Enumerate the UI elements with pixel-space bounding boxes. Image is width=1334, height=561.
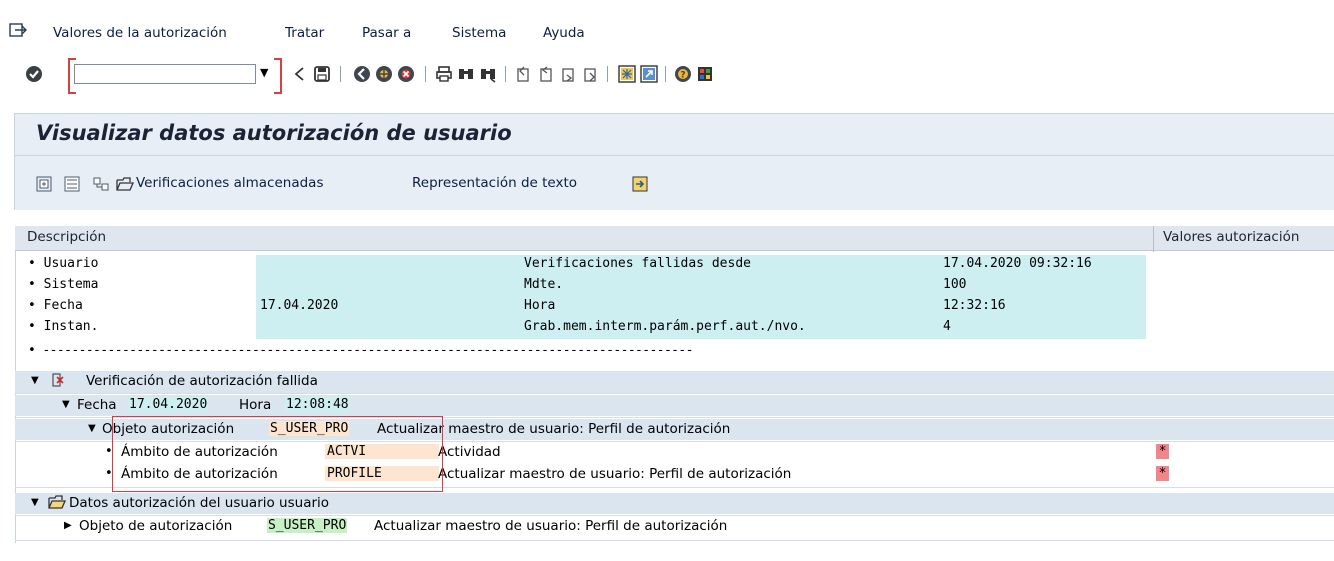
expand-triangle-icon[interactable]: ▼ [88, 423, 96, 434]
new-session-icon[interactable] [617, 64, 637, 84]
list-item: • Usuario Verificaciones fallidas desde … [28, 256, 1148, 276]
column-header-description[interactable]: Descripción [27, 229, 106, 245]
date-label: Fecha [77, 397, 117, 413]
time-value: 12:08:48 [285, 397, 350, 412]
enter-icon[interactable] [24, 64, 44, 84]
failed-check-label: Verificación de autorización fallida [86, 373, 318, 389]
separator-row: • --------------------------------------… [28, 343, 1148, 363]
export-icon[interactable] [631, 175, 649, 193]
expand-triangle-icon[interactable]: ▼ [62, 399, 70, 410]
last-page-icon[interactable] [580, 64, 600, 84]
info-value: 17.04.2020 09:32:16 [943, 256, 1092, 271]
info-label: • Sistema [28, 277, 99, 292]
column-divider[interactable] [1153, 226, 1154, 252]
highlight-box [112, 416, 443, 492]
user-data-label: Datos autorización del usuario usuario [69, 495, 330, 511]
dash-line: • --------------------------------------… [28, 343, 693, 358]
find-icon[interactable] [456, 64, 476, 84]
menu-bar: Valores de la autorización Tratar Pasar … [0, 0, 1334, 41]
info-value: 100 [943, 277, 967, 292]
expand-triangle-icon[interactable]: ▼ [31, 375, 39, 386]
command-input[interactable] [74, 64, 256, 84]
menu-item-valores[interactable]: Valores de la autorización [53, 25, 227, 41]
chevron-down-icon[interactable]: ▼ [260, 66, 268, 79]
help-icon[interactable]: ? [673, 64, 693, 84]
print-icon[interactable] [434, 64, 454, 84]
list-item: • Fecha 17.04.2020 Hora 12:32:16 [28, 298, 1148, 318]
failed-check-icon [51, 372, 67, 392]
stored-checks-button[interactable]: Verificaciones almacenadas [136, 175, 324, 191]
svg-text:?: ? [680, 71, 685, 81]
collapse-all-icon[interactable] [63, 175, 81, 193]
divider [15, 155, 1334, 156]
field-value: * [1156, 466, 1169, 481]
collapsed-triangle-icon[interactable]: ▶ [64, 520, 72, 531]
nav-back-icon[interactable] [352, 64, 372, 84]
exit-icon[interactable] [374, 64, 394, 84]
back-arrow-icon[interactable] [290, 64, 310, 84]
tree-node-date[interactable] [15, 395, 1334, 416]
next-page-icon[interactable] [558, 64, 578, 84]
menu-item-sistema[interactable]: Sistema [452, 25, 506, 41]
info-label: Hora [524, 298, 556, 313]
date-value: 17.04.2020 [128, 397, 209, 412]
menu-item-ayuda[interactable]: Ayuda [543, 25, 585, 41]
first-page-icon[interactable] [514, 64, 534, 84]
menu-item-tratar[interactable]: Tratar [285, 25, 324, 41]
info-label: Grab.mem.interm.parám.perf.aut./nvo. [524, 319, 806, 334]
field-description: Actualizar maestro de usuario: Perfil de… [438, 466, 792, 482]
save-icon[interactable] [312, 64, 332, 84]
field-value: * [1156, 444, 1169, 459]
object-description: Actualizar maestro de usuario: Perfil de… [374, 518, 728, 534]
page-title: Visualizar datos autorización de usuario [36, 121, 512, 145]
menu-item-pasar-a[interactable]: Pasar a [362, 25, 411, 41]
folder-open-icon [48, 495, 66, 514]
expand-triangle-icon[interactable]: ▼ [31, 497, 39, 508]
text-representation-button[interactable]: Representación de texto [412, 175, 577, 191]
tree-header [15, 226, 1334, 251]
menu-icon[interactable] [9, 22, 27, 38]
info-value: 4 [943, 319, 951, 334]
prev-page-icon[interactable] [536, 64, 556, 84]
object-name: S_USER_PRO [267, 518, 348, 533]
customize-icon[interactable] [695, 64, 715, 84]
command-field[interactable]: ▼ [68, 58, 282, 94]
info-label: Verificaciones fallidas desde [524, 256, 751, 271]
info-label: • Usuario [28, 256, 99, 271]
object-label: Objeto de autorización [79, 518, 233, 534]
folder-open-icon[interactable] [116, 175, 134, 193]
info-label: Mdte. [524, 277, 564, 292]
info-label: • Fecha [28, 298, 83, 313]
shortcut-icon[interactable] [639, 64, 659, 84]
list-item: • Instan. Grab.mem.interm.parám.perf.aut… [28, 319, 1148, 339]
find-next-icon[interactable] [478, 64, 498, 84]
info-label: • Instan. [28, 319, 99, 334]
info-value: 12:32:16 [943, 298, 1006, 313]
expand-all-icon[interactable] [35, 175, 53, 193]
column-header-values[interactable]: Valores autorización [1163, 229, 1299, 245]
hierarchy-icon[interactable] [92, 175, 110, 193]
list-item: • Sistema Mdte. 100 [28, 277, 1148, 297]
time-label: Hora [239, 397, 272, 413]
cancel-icon[interactable] [396, 64, 416, 84]
info-value: 17.04.2020 [260, 298, 339, 313]
field-description: Actividad [438, 444, 501, 460]
